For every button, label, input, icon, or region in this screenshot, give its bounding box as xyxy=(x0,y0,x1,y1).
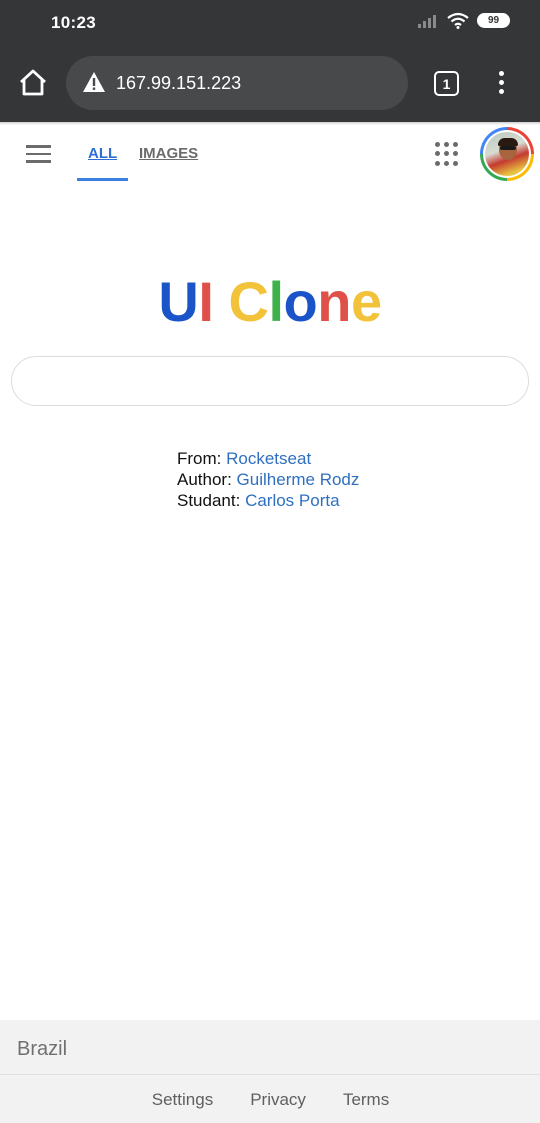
logo-letter: o xyxy=(283,270,318,333)
tab-count: 1 xyxy=(442,75,451,92)
from-link[interactable]: Rocketseat xyxy=(226,449,311,468)
footer-link-privacy[interactable]: Privacy xyxy=(250,1090,306,1110)
logo-letter: C xyxy=(228,270,269,333)
footer-links: Settings Privacy Terms xyxy=(0,1090,540,1110)
home-icon[interactable] xyxy=(18,68,48,98)
overflow-menu-icon[interactable] xyxy=(494,71,508,97)
credit-student: Studant: Carlos Porta xyxy=(177,490,359,511)
footer-link-settings[interactable]: Settings xyxy=(152,1090,213,1110)
logo: UI Clone xyxy=(0,270,540,334)
from-label: From: xyxy=(177,449,222,468)
tabs-icon[interactable]: 1 xyxy=(434,71,459,96)
student-label: Studant: xyxy=(177,491,241,510)
url-text[interactable]: 167.99.151.223 xyxy=(116,73,241,94)
footer: Brazil Settings Privacy Terms xyxy=(0,1020,540,1123)
status-bar: 10:23 99 xyxy=(0,0,540,46)
logo-letter xyxy=(213,270,228,333)
footer-link-terms[interactable]: Terms xyxy=(343,1090,389,1110)
logo-letter: e xyxy=(350,270,382,333)
tab-all[interactable]: ALL xyxy=(88,145,117,162)
active-tab-indicator xyxy=(77,178,128,181)
student-link[interactable]: Carlos Porta xyxy=(245,491,339,510)
signal-icon xyxy=(418,14,436,28)
hamburger-menu-icon[interactable] xyxy=(26,145,51,163)
avatar[interactable] xyxy=(480,127,534,181)
logo-letter: n xyxy=(317,270,351,333)
credits: From: Rocketseat Author: Guilherme Rodz … xyxy=(177,448,359,511)
author-link[interactable]: Guilherme Rodz xyxy=(237,470,360,489)
warning-icon[interactable] xyxy=(82,71,106,93)
footer-divider xyxy=(0,1074,540,1075)
logo-letter: U xyxy=(158,270,199,333)
footer-country: Brazil xyxy=(17,1038,68,1060)
author-label: Author: xyxy=(177,470,232,489)
search-input[interactable] xyxy=(11,356,529,406)
tab-images[interactable]: IMAGES xyxy=(139,145,198,162)
credit-from: From: Rocketseat xyxy=(177,448,359,469)
status-time: 10:23 xyxy=(51,13,96,32)
address-bar[interactable]: 167.99.151.223 xyxy=(66,56,408,110)
battery-level: 99 xyxy=(487,15,500,26)
status-icons: 99 xyxy=(417,12,510,29)
wifi-icon xyxy=(447,12,469,29)
battery-icon: 99 xyxy=(477,13,510,28)
logo-letter: I xyxy=(198,270,214,333)
browser-toolbar: 167.99.151.223 1 xyxy=(0,46,540,122)
avatar-photo xyxy=(485,132,529,176)
toolbar-shadow xyxy=(0,122,540,125)
credit-author: Author: Guilherme Rodz xyxy=(177,469,359,490)
apps-grid-icon[interactable] xyxy=(435,142,459,166)
logo-letter: l xyxy=(268,270,284,333)
